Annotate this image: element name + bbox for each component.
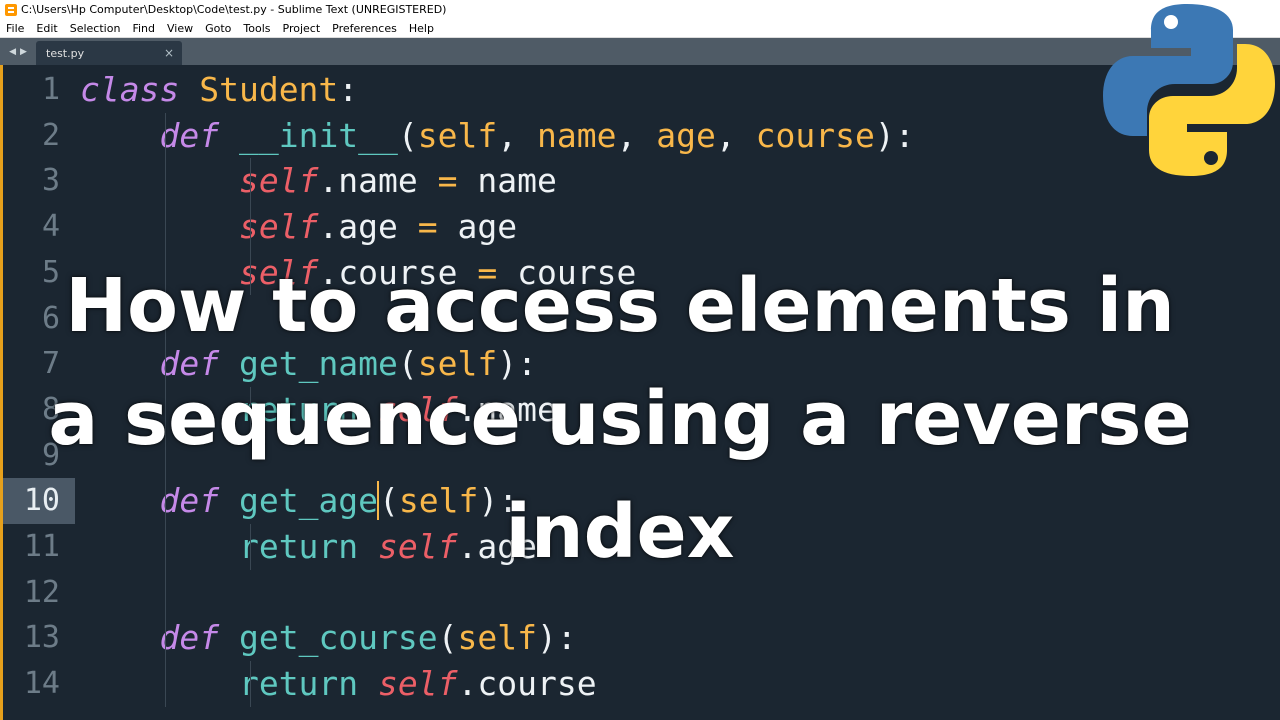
code-token: return <box>238 664 359 704</box>
line-number: 4 <box>41 209 60 245</box>
code-line[interactable]: 14 return self.course <box>0 661 1280 707</box>
code-token: ): <box>537 618 577 658</box>
python-logo-blue-eye <box>1164 15 1178 29</box>
code-line[interactable]: 13 def get_course(self): <box>0 615 1280 661</box>
tab-label: test.py <box>46 46 85 60</box>
line-number: 13 <box>23 620 60 656</box>
code-text: def get_course(self): <box>80 615 577 660</box>
code-line[interactable]: 4 self.age = age <box>0 204 1280 250</box>
code-token: course <box>755 115 875 155</box>
code-line[interactable]: 1 class Student: <box>0 67 1280 113</box>
indent-guide <box>250 661 251 707</box>
menu-file[interactable]: File <box>0 22 30 35</box>
line-number: 2 <box>41 117 60 153</box>
menu-preferences[interactable]: Preferences <box>326 22 403 35</box>
tab-test-py[interactable]: test.py × <box>36 41 182 65</box>
menu-bar: File Edit Selection Find View Goto Tools… <box>0 19 1280 38</box>
line-number: 1 <box>41 72 60 107</box>
line-number: 3 <box>41 163 60 199</box>
code-text: return self.course <box>80 661 597 706</box>
code-token: self <box>457 618 538 658</box>
code-token: def <box>159 618 220 658</box>
tab-next-icon[interactable]: ▶ <box>20 47 27 57</box>
code-token: def <box>159 115 220 155</box>
menu-edit[interactable]: Edit <box>30 22 63 35</box>
code-text: class Student: <box>80 67 358 112</box>
code-text: def __init__(self, name, age, course): <box>80 113 915 158</box>
tab-close-icon[interactable]: × <box>164 46 174 60</box>
sublime-text-icon <box>5 3 17 16</box>
code-token: age <box>656 115 716 155</box>
tab-bar: ◀ ▶ test.py × <box>0 38 1280 65</box>
video-overlay-title: How to access elements in a sequence usi… <box>48 263 1192 575</box>
code-token: , <box>497 115 538 155</box>
code-token: name <box>457 161 557 201</box>
code-token: get_course <box>238 618 438 658</box>
code-token: : <box>338 70 359 109</box>
code-line[interactable]: 2 def __init__(self, name, age, course): <box>0 113 1280 159</box>
code-token: .age <box>318 207 418 247</box>
code-token: , <box>616 115 657 155</box>
code-token: , <box>715 115 756 155</box>
menu-view[interactable]: View <box>161 22 199 35</box>
menu-project[interactable]: Project <box>277 22 327 35</box>
code-line[interactable]: 3 self.name = name <box>0 158 1280 204</box>
code-token: ): <box>874 115 915 155</box>
menu-goto[interactable]: Goto <box>199 22 237 35</box>
code-token: Student <box>199 70 339 109</box>
line-number: 14 <box>23 666 60 702</box>
code-token: age <box>437 207 518 247</box>
code-token: name <box>537 115 617 155</box>
code-token: .name <box>318 161 438 201</box>
code-text: self.name = name <box>80 158 557 203</box>
code-token: ( <box>437 618 458 658</box>
tab-navigation: ◀ ▶ <box>0 38 36 65</box>
window-titlebar: C:\Users\Hp Computer\Desktop\Code\test.p… <box>0 0 1280 19</box>
code-token: self <box>378 664 458 704</box>
tab-prev-icon[interactable]: ◀ <box>9 47 16 57</box>
menu-tools[interactable]: Tools <box>237 22 276 35</box>
code-token: ( <box>397 115 418 155</box>
code-text: self.age = age <box>80 204 517 249</box>
menu-help[interactable]: Help <box>403 22 440 35</box>
code-token: __init__ <box>238 115 398 155</box>
python-logo-icon <box>1103 4 1275 176</box>
code-token: class <box>80 70 180 109</box>
code-token: = <box>417 207 438 247</box>
code-token: = <box>437 161 458 201</box>
python-logo-yellow-eye <box>1204 151 1218 165</box>
code-token: self <box>417 115 498 155</box>
menu-selection[interactable]: Selection <box>64 22 127 35</box>
window-title: C:\Users\Hp Computer\Desktop\Code\test.p… <box>21 3 447 16</box>
menu-find[interactable]: Find <box>126 22 161 35</box>
code-token: .course <box>457 664 597 704</box>
